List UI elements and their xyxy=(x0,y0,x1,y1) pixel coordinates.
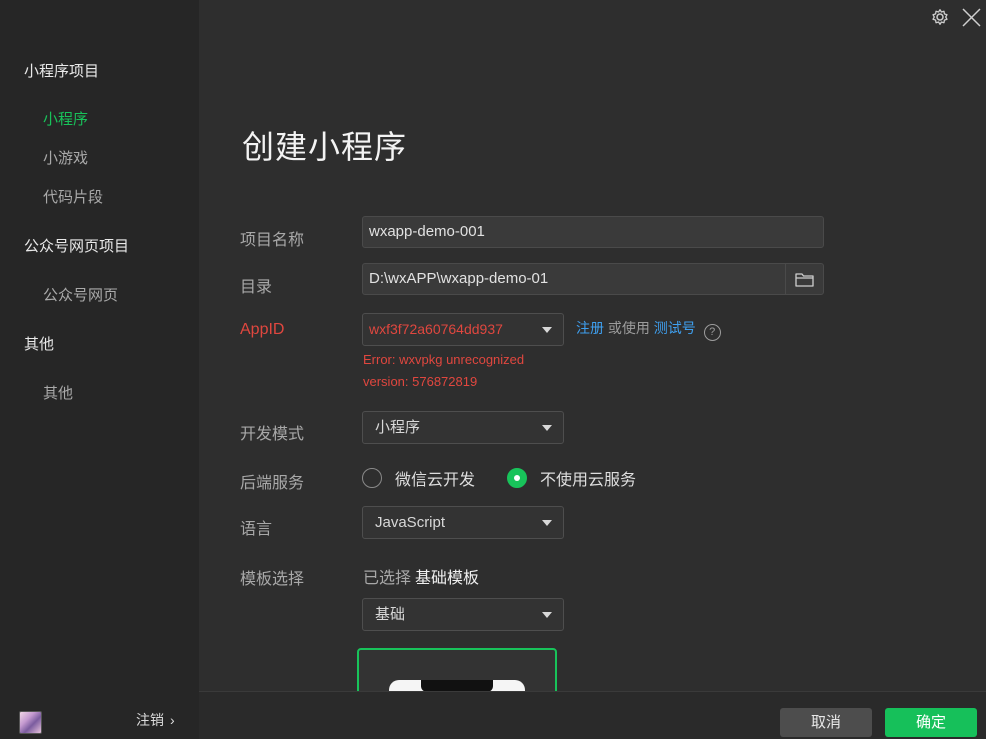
or-use-text: 或使用 xyxy=(607,320,650,336)
directory-label: 目录 xyxy=(240,279,273,296)
chevron-down-icon xyxy=(542,520,552,526)
directory-input[interactable]: D:\wxAPP\wxapp-demo-01 xyxy=(362,263,824,295)
footer-bar: 取消 确定 xyxy=(199,691,986,739)
radio-no-cloud[interactable]: 不使用云服务 xyxy=(507,466,636,490)
radio-checked-icon xyxy=(507,468,527,488)
sidebar-section-other: 其他 xyxy=(24,336,55,353)
dev-mode-label: 开发模式 xyxy=(240,426,305,443)
template-label: 模板选择 xyxy=(240,571,305,588)
chevron-right-icon: › xyxy=(170,712,175,728)
test-account-link[interactable]: 测试号 xyxy=(654,320,696,336)
confirm-button[interactable]: 确定 xyxy=(885,708,977,737)
template-selected-name: 基础模板 xyxy=(415,570,480,587)
avatar[interactable] xyxy=(19,711,42,734)
radio-wechat-cloud-label: 微信云开发 xyxy=(395,472,476,489)
appid-links: 注册 或使用 测试号 ? xyxy=(576,318,721,341)
chevron-down-icon xyxy=(542,425,552,431)
cancel-button[interactable]: 取消 xyxy=(780,708,872,737)
radio-no-cloud-label: 不使用云服务 xyxy=(540,472,637,489)
logout-button[interactable]: 注销 › xyxy=(136,710,175,730)
gear-icon[interactable] xyxy=(930,7,950,32)
chevron-down-icon xyxy=(542,612,552,618)
chevron-down-icon xyxy=(542,327,552,333)
sidebar: 小程序项目 小程序 小游戏 代码片段 公众号网页项目 公众号网页 其他 其他 注… xyxy=(0,0,199,739)
close-icon[interactable] xyxy=(961,7,982,33)
dev-mode-value: 小程序 xyxy=(375,419,421,436)
logout-label: 注销 xyxy=(136,712,164,728)
radio-wechat-cloud[interactable]: 微信云开发 xyxy=(362,466,475,490)
help-icon[interactable]: ? xyxy=(703,324,721,341)
appid-label: AppID xyxy=(240,321,285,338)
language-value: JavaScript xyxy=(375,514,446,531)
language-select[interactable]: JavaScript xyxy=(362,506,564,539)
sidebar-item-miniprogram[interactable]: 小程序 xyxy=(43,108,88,129)
register-link[interactable]: 注册 xyxy=(576,320,604,336)
sidebar-section-official-account: 公众号网页项目 xyxy=(24,238,130,255)
sidebar-item-code-snippet[interactable]: 代码片段 xyxy=(43,186,103,207)
appid-select[interactable]: wxf3f72a60764dd937 xyxy=(362,313,564,346)
sidebar-account-bar: 注销 › xyxy=(0,700,199,739)
template-category-value: 基础 xyxy=(375,606,406,623)
folder-icon[interactable] xyxy=(785,264,823,294)
template-selected-text: 已选择 基础模板 xyxy=(363,564,479,588)
page-title: 创建小程序 xyxy=(242,129,408,165)
sidebar-section-miniprogram: 小程序项目 xyxy=(24,63,100,80)
sidebar-item-minigame[interactable]: 小游戏 xyxy=(43,147,88,168)
project-name-input[interactable]: wxapp-demo-001 xyxy=(362,216,824,248)
sidebar-item-other[interactable]: 其他 xyxy=(43,382,73,403)
appid-error-line1: Error: wxvpkg unrecognized xyxy=(363,352,525,367)
directory-value: D:\wxAPP\wxapp-demo-01 xyxy=(369,270,549,287)
project-name-label: 项目名称 xyxy=(240,232,305,249)
dev-mode-select[interactable]: 小程序 xyxy=(362,411,564,444)
radio-unchecked-icon xyxy=(362,468,382,488)
appid-error-line2: version: 576872819 xyxy=(363,374,478,389)
template-category-select[interactable]: 基础 xyxy=(362,598,564,631)
sidebar-item-official-web[interactable]: 公众号网页 xyxy=(43,284,118,305)
appid-value: wxf3f72a60764dd937 xyxy=(369,321,503,337)
template-selected-prefix: 已选择 xyxy=(363,570,412,587)
backend-label: 后端服务 xyxy=(240,475,305,492)
language-label: 语言 xyxy=(240,521,273,538)
